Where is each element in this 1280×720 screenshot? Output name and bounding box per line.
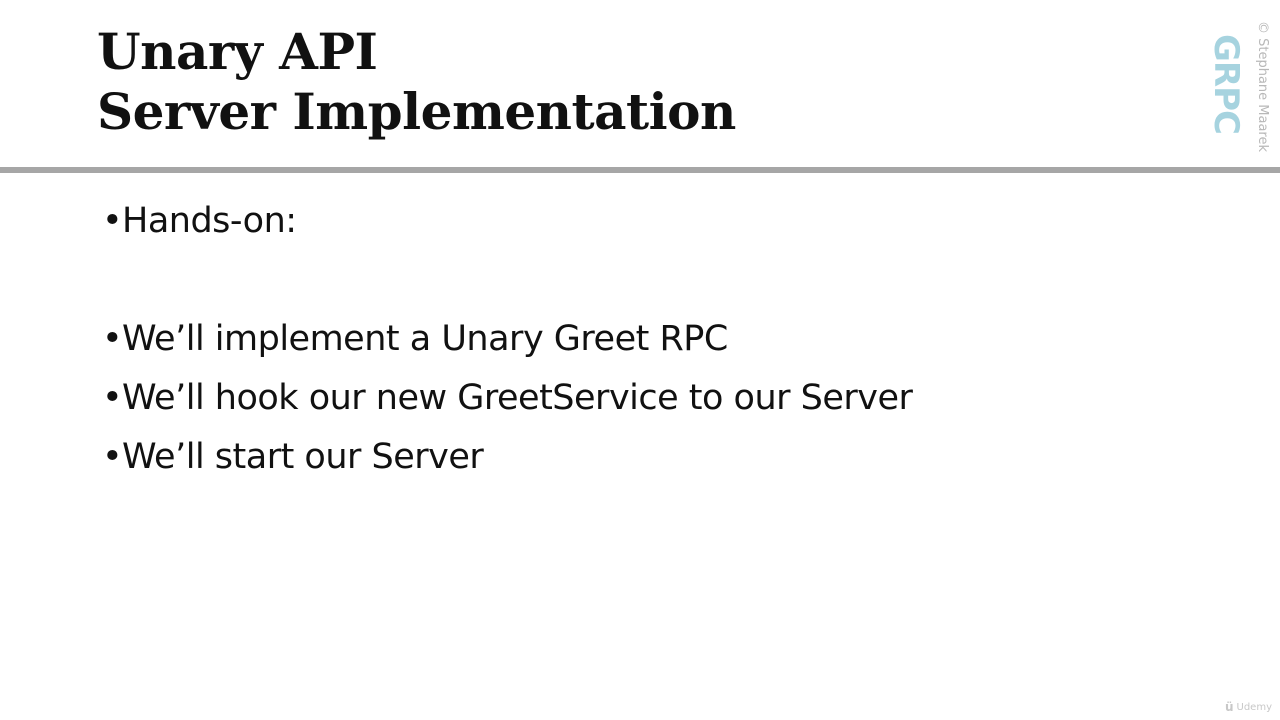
bullet-item: •We’ll start our Server	[102, 432, 912, 491]
udemy-watermark-text: Udemy	[1236, 701, 1272, 713]
bullet-dot: •	[102, 437, 123, 477]
bullet-text: We’ll hook our new GreetService to our S…	[122, 378, 913, 418]
copyright-notice: © Stephane Maarek	[1252, 6, 1274, 166]
slide: Unary API Server Implementation GRPC © S…	[0, 0, 1280, 720]
bullet-text: We’ll implement a Unary Greet RPC	[122, 319, 728, 359]
bullet-dot: •	[102, 378, 123, 418]
udemy-watermark: ü Udemy	[1225, 700, 1272, 714]
bullet-dot: •	[102, 319, 123, 359]
bullet-dot: •	[102, 201, 123, 241]
bullet-list: •Hands-on: •We’ll implement a Unary Gree…	[102, 196, 913, 491]
title-line-1: Unary API	[97, 22, 378, 81]
copyright-text: © Stephane Maarek	[1255, 20, 1271, 152]
grpc-logo: GRPC	[1206, 34, 1246, 134]
bullet-item: •Hands-on:	[102, 196, 912, 314]
bullet-item: •We’ll implement a Unary Greet RPC	[102, 314, 912, 373]
title-line-2: Server Implementation	[97, 82, 736, 141]
bullet-text: Hands-on:	[122, 201, 297, 241]
slide-title: Unary API Server Implementation	[97, 22, 736, 142]
grpc-logo-text: GRPC	[1206, 34, 1246, 134]
udemy-logo-icon: ü	[1224, 700, 1234, 714]
bullet-item: •We’ll hook our new GreetService to our …	[102, 373, 913, 432]
title-divider	[0, 167, 1280, 173]
bullet-text: We’ll start our Server	[122, 437, 484, 477]
